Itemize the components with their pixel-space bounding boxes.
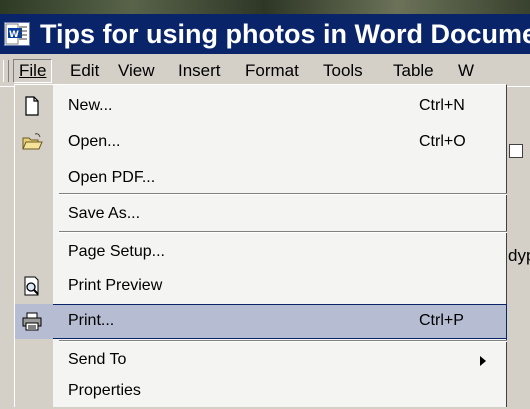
menu-item-page-setup-label: Page Setup... [68,243,165,260]
window-titlebar[interactable]: W Tips for using photos in Word Document… [0,14,530,54]
toolbar-separator [505,93,530,123]
menu-item-print-preview[interactable]: Print Preview [15,269,507,304]
menu-view[interactable]: View [118,60,155,82]
word-app-icon: W [4,22,30,46]
menu-item-page-setup[interactable]: Page Setup... [15,235,507,270]
menu-item-new-shortcut: Ctrl+N [419,97,465,114]
new-document-icon [21,95,43,117]
file-menu-dropdown: New... Ctrl+N Open... Ctrl+O Open PDF...… [14,84,507,407]
menu-table[interactable]: Table [393,60,434,82]
menu-separator [59,340,507,342]
menu-item-save-as-label: Save As... [68,205,141,222]
menu-edit[interactable]: Edit [70,60,99,82]
menu-file[interactable]: File [13,59,53,83]
menu-item-print-preview-label: Print Preview [68,277,163,294]
menu-item-open-label: Open... [68,133,121,150]
menu-item-properties-label: Properties [68,382,141,399]
menu-insert[interactable]: Insert [178,60,221,82]
menu-item-print-label: Print... [68,312,115,329]
menu-item-open-pdf[interactable]: Open PDF... [15,161,507,196]
menu-item-send-to-label: Send To [68,351,127,368]
menu-bar: File Edit View Insert Format Tools Table… [0,56,530,87]
desktop-background-strip [0,0,530,14]
menu-separator [59,231,507,233]
menu-item-print[interactable]: Print... Ctrl+P [15,304,507,339]
menu-item-new-label: New... [68,97,113,114]
menu-file-label: File [19,61,47,80]
menu-item-open-pdf-label: Open PDF... [68,169,156,186]
menu-item-open[interactable]: Open... Ctrl+O [15,125,507,160]
open-folder-icon [21,131,43,153]
menu-item-print-shortcut: Ctrl+P [419,312,464,329]
menu-window[interactable]: W [458,60,474,82]
menu-item-send-to[interactable]: Send To [15,343,507,378]
print-preview-icon [21,275,43,297]
svg-text:W: W [9,30,19,40]
toolbar-fragment-text: dyp [508,246,530,265]
printer-icon [21,310,43,332]
menu-separator [59,193,507,195]
menu-item-save-as[interactable]: Save As... [15,197,507,232]
menu-tools[interactable]: Tools [323,60,363,82]
toolbar-button-icon[interactable] [509,144,523,158]
menu-item-new[interactable]: New... Ctrl+N [15,89,507,124]
menu-item-properties[interactable]: Properties [15,374,507,409]
submenu-arrow-icon [480,356,486,366]
window-title: Tips for using photos in Word Documents [40,19,530,49]
menu-format[interactable]: Format [245,60,299,82]
menubar-grip[interactable] [3,60,9,82]
menu-item-open-shortcut: Ctrl+O [419,133,466,150]
